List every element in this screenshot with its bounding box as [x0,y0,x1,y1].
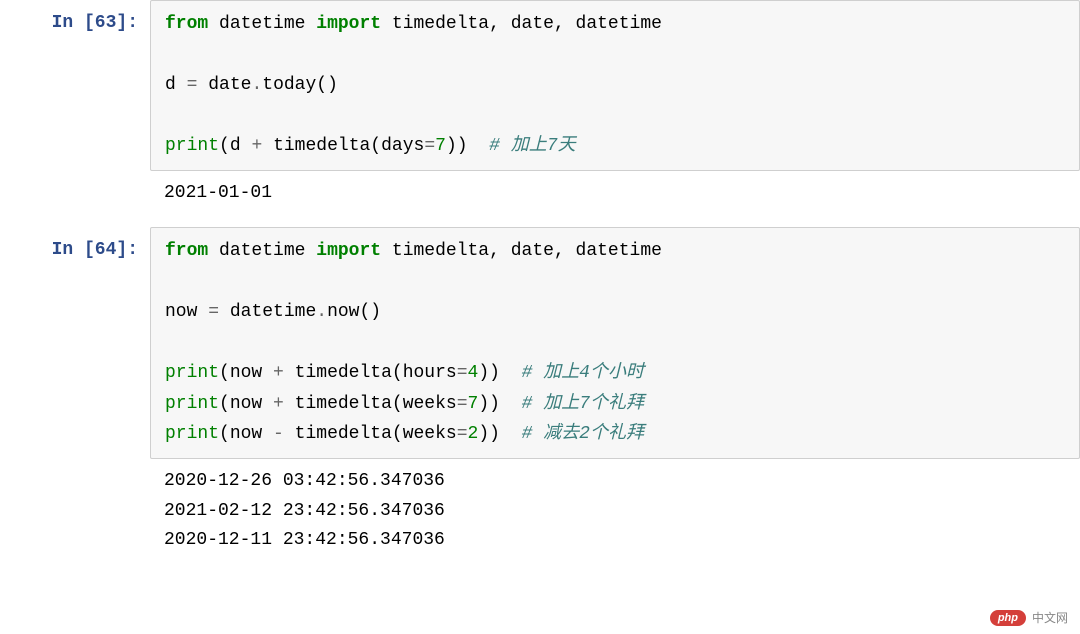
code-cell: In [63]: from datetime import timedelta,… [0,0,1080,171]
output-row: 2020-12-26 03:42:56.347036 2021-02-12 23… [0,459,1080,574]
code-input[interactable]: from datetime import timedelta, date, da… [150,0,1080,171]
watermark: php 中文网 [990,609,1068,626]
cell-output: 2020-12-26 03:42:56.347036 2021-02-12 23… [150,459,459,574]
code-input[interactable]: from datetime import timedelta, date, da… [150,227,1080,459]
output-row: 2021-01-01 [0,171,1080,227]
watermark-text: 中文网 [1032,609,1068,626]
input-prompt: In [63]: [0,0,150,171]
input-prompt: In [64]: [0,227,150,459]
output-prompt-spacer [0,171,150,227]
code-cell: In [64]: from datetime import timedelta,… [0,227,1080,459]
cell-output: 2021-01-01 [150,171,286,227]
output-prompt-spacer [0,459,150,574]
watermark-pill: php [990,610,1026,626]
